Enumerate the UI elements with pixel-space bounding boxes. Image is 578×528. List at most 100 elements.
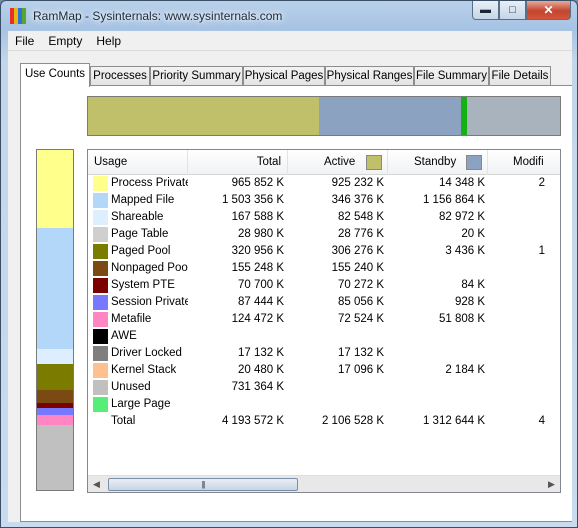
modified-cell — [485, 311, 545, 328]
table-row[interactable]: System PTE 70 700 K 70 272 K 84 K — [88, 277, 560, 294]
rammap-app-icon[interactable] — [10, 8, 26, 24]
tab-use-counts[interactable]: Use Counts — [20, 63, 90, 87]
menu-file[interactable]: File — [8, 31, 41, 51]
standby-cell: 14 348 K — [438, 177, 485, 189]
usage-label: Kernel Stack — [111, 364, 177, 376]
usage-color-swatch — [93, 329, 108, 344]
table-row[interactable]: Page Table 28 980 K 28 776 K 20 K — [88, 226, 560, 243]
usage-color-swatch — [93, 227, 108, 242]
standby-cell — [384, 345, 485, 362]
active-cell: 2 106 528 K — [321, 415, 384, 427]
active-cell: 17 132 K — [337, 347, 384, 359]
usage-label: Large Page — [111, 398, 171, 410]
active-cell: 72 524 K — [337, 313, 384, 325]
table-row[interactable]: Metafile 124 472 K 72 524 K 51 808 K — [88, 311, 560, 328]
memory-summary-bar — [87, 96, 561, 136]
maximize-icon: □ — [509, 4, 516, 16]
modified-cell — [485, 260, 545, 277]
usage-label: Unused — [111, 381, 151, 393]
usage-color-swatch — [93, 295, 108, 310]
active-color-swatch — [366, 155, 382, 170]
table-row[interactable]: Unused 731 364 K — [88, 379, 560, 396]
active-cell: 82 548 K — [337, 211, 384, 223]
horizontal-scrollbar[interactable]: ◀ ||| ▶ — [88, 475, 560, 492]
standby-cell: 51 808 K — [438, 313, 485, 325]
table-row[interactable]: Shareable 167 588 K 82 548 K 82 972 K — [88, 209, 560, 226]
total-cell — [188, 328, 284, 345]
scroll-thumb[interactable]: ||| — [108, 478, 298, 491]
usage-label: System PTE — [111, 279, 175, 291]
standby-cell — [384, 396, 485, 413]
standby-cell: 928 K — [454, 296, 485, 308]
usage-cell: Total — [88, 413, 188, 430]
table-row[interactable]: Process Private 965 852 K 925 232 K 14 348 … — [88, 175, 560, 192]
table-row[interactable]: Session Private 87 444 K 85 056 K 928 K — [88, 294, 560, 311]
active-cell: 70 272 K — [337, 279, 384, 291]
column-active[interactable]: Active — [288, 150, 388, 175]
tab-processes[interactable]: Processes — [90, 66, 150, 86]
total-cell: 87 444 K — [237, 296, 284, 308]
table-row[interactable]: Paged Pool 320 956 K 306 276 K 3 436 K 1 — [88, 243, 560, 260]
table-row[interactable]: Mapped File 1 503 356 K 346 376 K 1 156 864… — [88, 192, 560, 209]
scroll-right-button[interactable]: ▶ — [543, 476, 560, 492]
total-cell — [188, 396, 284, 413]
active-cell — [284, 379, 384, 396]
table-row[interactable]: Kernel Stack 20 480 K 17 096 K 2 184 K — [88, 362, 560, 379]
usage-color-swatch — [93, 312, 108, 327]
active-cell: 306 276 K — [331, 245, 384, 257]
list-header: Usage Total Active Standby Modifi — [88, 150, 560, 175]
table-row[interactable]: Nonpaged Pool 155 248 K 155 240 K — [88, 260, 560, 277]
maximize-button[interactable]: □ — [499, 1, 526, 20]
standby-cell — [384, 260, 485, 277]
column-total-label: Total — [256, 156, 281, 168]
tab-priority-summary[interactable]: Priority Summary — [150, 66, 243, 86]
minimize-button[interactable]: ▬ — [472, 1, 499, 20]
column-standby[interactable]: Standby — [388, 150, 488, 175]
usage-cell: AWE — [88, 328, 188, 345]
standby-cell — [384, 379, 485, 396]
total-cell: 1 503 356 K — [221, 194, 284, 206]
tab-file-summary[interactable]: File Summary — [414, 66, 489, 86]
usage-color-swatch — [93, 363, 108, 378]
close-icon: ✕ — [543, 3, 554, 17]
modified-cell: 2 — [538, 177, 545, 189]
rammap-window: RamMap - Sysinternals: www.sysinternals.… — [0, 0, 578, 528]
modified-cell — [485, 379, 545, 396]
total-cell: 155 248 K — [231, 262, 284, 274]
modified-cell — [485, 192, 545, 209]
usage-color-swatch — [93, 414, 108, 429]
menu-empty[interactable]: Empty — [41, 31, 89, 51]
active-cell: 155 240 K — [331, 262, 384, 274]
use-counts-list[interactable]: Usage Total Active Standby Modifi Proces… — [87, 149, 561, 493]
total-cell: 124 472 K — [231, 313, 284, 325]
table-row[interactable]: Total 4 193 572 K 2 106 528 K 1 312 644 K 4 — [88, 413, 560, 430]
usage-label: Mapped File — [111, 194, 175, 206]
active-cell — [284, 328, 384, 345]
icon-stripe — [22, 8, 26, 24]
table-row[interactable]: Driver Locked 17 132 K 17 132 K — [88, 345, 560, 362]
standby-cell: 1 312 644 K — [422, 415, 485, 427]
scroll-left-button[interactable]: ◀ — [88, 476, 105, 492]
modified-cell — [485, 226, 545, 243]
menu-help[interactable]: Help — [89, 31, 128, 51]
table-row[interactable]: AWE — [88, 328, 560, 345]
side-segment-nonpaged-pool — [37, 389, 73, 403]
tab-file-details[interactable]: File Details — [489, 66, 551, 86]
usage-cell: Process Private — [88, 175, 188, 192]
title-bar[interactable]: RamMap - Sysinternals: www.sysinternals.… — [1, 1, 577, 31]
usage-label: Nonpaged Pool — [111, 262, 188, 274]
column-total[interactable]: Total — [188, 150, 288, 175]
tab-strip: Use Counts Processes Priority Summary Ph… — [20, 63, 572, 87]
table-row[interactable]: Large Page — [88, 396, 560, 413]
tab-physical-pages[interactable]: Physical Pages — [243, 66, 325, 86]
total-cell: 20 480 K — [237, 364, 284, 376]
caption-buttons: ▬ □ ✕ — [472, 1, 571, 20]
close-button[interactable]: ✕ — [526, 1, 571, 20]
usage-label: Total — [111, 415, 136, 427]
usage-cell: Session Private — [88, 294, 188, 311]
tab-physical-ranges[interactable]: Physical Ranges — [325, 66, 414, 86]
column-usage[interactable]: Usage — [88, 150, 188, 175]
column-usage-label: Usage — [94, 156, 128, 168]
standby-cell: 3 436 K — [445, 245, 485, 257]
column-modified[interactable]: Modifi — [488, 150, 560, 175]
